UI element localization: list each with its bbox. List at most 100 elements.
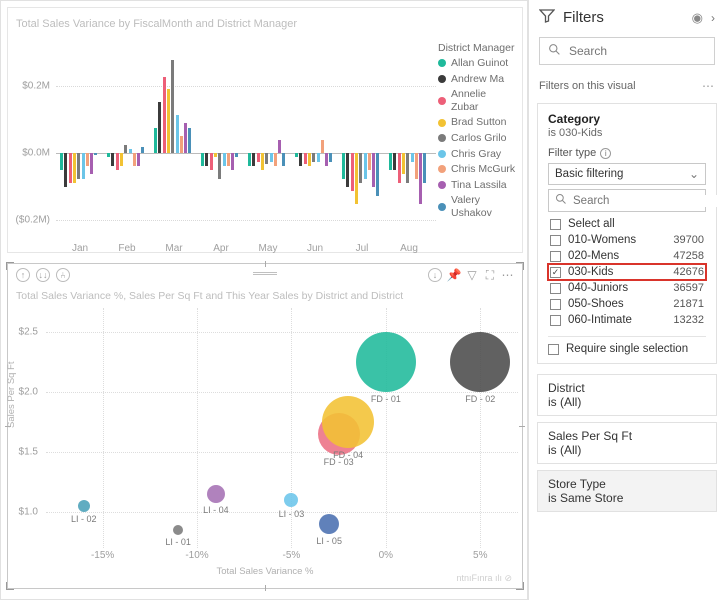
filter-type-value: Basic filtering <box>555 168 623 180</box>
checkbox-icon[interactable] <box>550 251 561 262</box>
option-count: 47258 <box>669 250 704 262</box>
x-tick: -15% <box>91 550 114 561</box>
bubble-label: LI - 01 <box>165 537 191 547</box>
bubble[interactable] <box>207 485 225 503</box>
legend-item[interactable]: Carlos Grilo <box>438 132 516 145</box>
filters-pane: Filters ◉ › Filters on this visual ⋯ Cat… <box>528 0 725 600</box>
option-label: 020-Mens <box>568 250 669 262</box>
legend-swatch <box>438 165 446 173</box>
legend-swatch <box>438 97 446 105</box>
bar-chart-plot: JanFebMarAprMayJunJulAug <box>56 68 436 238</box>
filter-option[interactable]: 060-Intimate13232 <box>548 312 706 328</box>
filter-option[interactable]: Select all <box>548 216 706 232</box>
bubble-label: LI - 05 <box>316 536 342 546</box>
expand-icon[interactable]: ⑃ <box>56 268 70 282</box>
filter-options-list: Select all010-Womens39700020-Mens47258✓0… <box>548 216 706 328</box>
filter-summary: is 030-Kids <box>548 127 706 139</box>
legend-item[interactable]: Chris McGurk <box>438 163 516 176</box>
legend-item[interactable]: Tina Lassila <box>438 179 516 192</box>
checkbox-icon[interactable] <box>550 299 561 310</box>
checkbox-icon[interactable] <box>550 219 561 230</box>
legend-item[interactable]: Chris Gray <box>438 148 516 161</box>
view-icon[interactable]: ◉ <box>692 10 703 26</box>
option-label: 050-Shoes <box>568 298 669 310</box>
legend-item[interactable]: Andrew Ma <box>438 73 516 86</box>
bubble-chart-plot: LI - 01LI - 02LI - 03LI - 04LI - 05FD - … <box>46 308 518 548</box>
x-axis-title: Total Sales Variance % <box>8 566 522 577</box>
filter-card-spsf[interactable]: Sales Per Sq Ft is (All) <box>537 422 717 464</box>
bubble[interactable] <box>322 396 374 448</box>
filter-option[interactable]: 010-Womens39700 <box>548 232 706 248</box>
bubble-label: FD - 04 <box>333 450 363 460</box>
bubble[interactable] <box>173 525 183 535</box>
filter-card-category[interactable]: Category is 030-Kids Filter type i Basic… <box>537 103 717 364</box>
option-label: 010-Womens <box>568 234 669 246</box>
y-tick: $0.0M <box>22 148 50 159</box>
bubble[interactable] <box>450 332 510 392</box>
filter-option[interactable]: 040-Juniors36597 <box>548 280 706 296</box>
option-label: Select all <box>568 218 700 230</box>
drill-down-icon[interactable]: ↓↓ <box>36 268 50 282</box>
bar-chart-visual[interactable]: Total Sales Variance by FiscalMonth and … <box>7 7 523 253</box>
filter-icon[interactable]: ▽ <box>466 268 478 282</box>
x-tick: 5% <box>473 550 487 561</box>
filter-type-select[interactable]: Basic filtering ⌄ <box>548 163 706 185</box>
filter-summary: is Same Store <box>548 491 706 505</box>
checkbox-icon[interactable] <box>550 235 561 246</box>
collapse-icon[interactable]: › <box>711 11 715 25</box>
legend-swatch <box>438 134 446 142</box>
bubble[interactable] <box>78 500 90 512</box>
filter-card-district[interactable]: District is (All) <box>537 374 717 416</box>
bar-chart-title: Total Sales Variance by FiscalMonth and … <box>16 18 297 30</box>
chevron-down-icon: ⌄ <box>689 167 699 181</box>
legend-label: Tina Lassila <box>451 179 507 192</box>
x-tick: Apr <box>213 243 229 254</box>
bubble[interactable] <box>356 332 416 392</box>
drill-up-icon[interactable]: ↑ <box>16 268 30 282</box>
pin-icon[interactable]: 📌 <box>448 268 460 282</box>
filter-values-search-input[interactable] <box>573 195 725 207</box>
bubble-label: FD - 02 <box>465 394 495 404</box>
legend-swatch <box>438 150 446 158</box>
x-tick: Aug <box>400 243 418 254</box>
filter-card-store-type[interactable]: Store Type is Same Store <box>537 470 717 512</box>
filter-values-search[interactable] <box>548 189 706 212</box>
filter-option[interactable]: 020-Mens47258 <box>548 248 706 264</box>
export-icon[interactable]: ↓ <box>428 268 442 282</box>
legend-label: Valery Ushakov <box>451 194 516 219</box>
option-label: 040-Juniors <box>568 282 669 294</box>
drag-handle-icon[interactable] <box>253 272 277 276</box>
x-tick: Jun <box>307 243 323 254</box>
legend-swatch <box>438 181 446 189</box>
bubble-label: LI - 04 <box>203 505 229 515</box>
checkbox-icon[interactable] <box>550 315 561 326</box>
scope-more-icon[interactable]: ⋯ <box>702 79 715 93</box>
bubble-chart-title: Total Sales Variance %, Sales Per Sq Ft … <box>16 290 403 302</box>
bar-chart-legend: District Manager Allan GuinotAndrew MaAn… <box>438 42 516 223</box>
y-tick: $1.5 <box>19 447 38 458</box>
bubble[interactable] <box>319 514 339 534</box>
legend-item[interactable]: Allan Guinot <box>438 57 516 70</box>
legend-item[interactable]: Annelie Zubar <box>438 88 516 113</box>
legend-item[interactable]: Valery Ushakov <box>438 194 516 219</box>
option-count: 21871 <box>669 298 704 310</box>
bubble-chart-visual[interactable]: ↑ ↓↓ ⑃ ↓ 📌 ▽ ⛶ ⋯ Total Sales Variance %,… <box>7 263 523 589</box>
filter-option[interactable]: 050-Shoes21871 <box>548 296 706 312</box>
filter-type-label: Filter type <box>548 147 596 159</box>
legend-swatch <box>438 203 446 211</box>
legend-item[interactable]: Brad Sutton <box>438 116 516 129</box>
legend-label: Brad Sutton <box>451 116 506 129</box>
require-single-checkbox[interactable] <box>548 344 559 355</box>
y-tick: $1.0 <box>19 507 38 518</box>
checkbox-icon[interactable]: ✓ <box>550 267 561 278</box>
more-icon[interactable]: ⋯ <box>502 268 514 282</box>
focus-icon[interactable]: ⛶ <box>484 268 496 282</box>
filter-option[interactable]: ✓030-Kids42676 <box>548 264 706 280</box>
require-single-label: Require single selection <box>566 343 688 355</box>
info-icon[interactable]: i <box>600 148 611 159</box>
x-tick: Mar <box>165 243 182 254</box>
filters-search[interactable] <box>539 37 715 65</box>
checkbox-icon[interactable] <box>550 283 561 294</box>
bubble[interactable] <box>284 493 298 507</box>
filters-search-input[interactable] <box>569 44 724 58</box>
